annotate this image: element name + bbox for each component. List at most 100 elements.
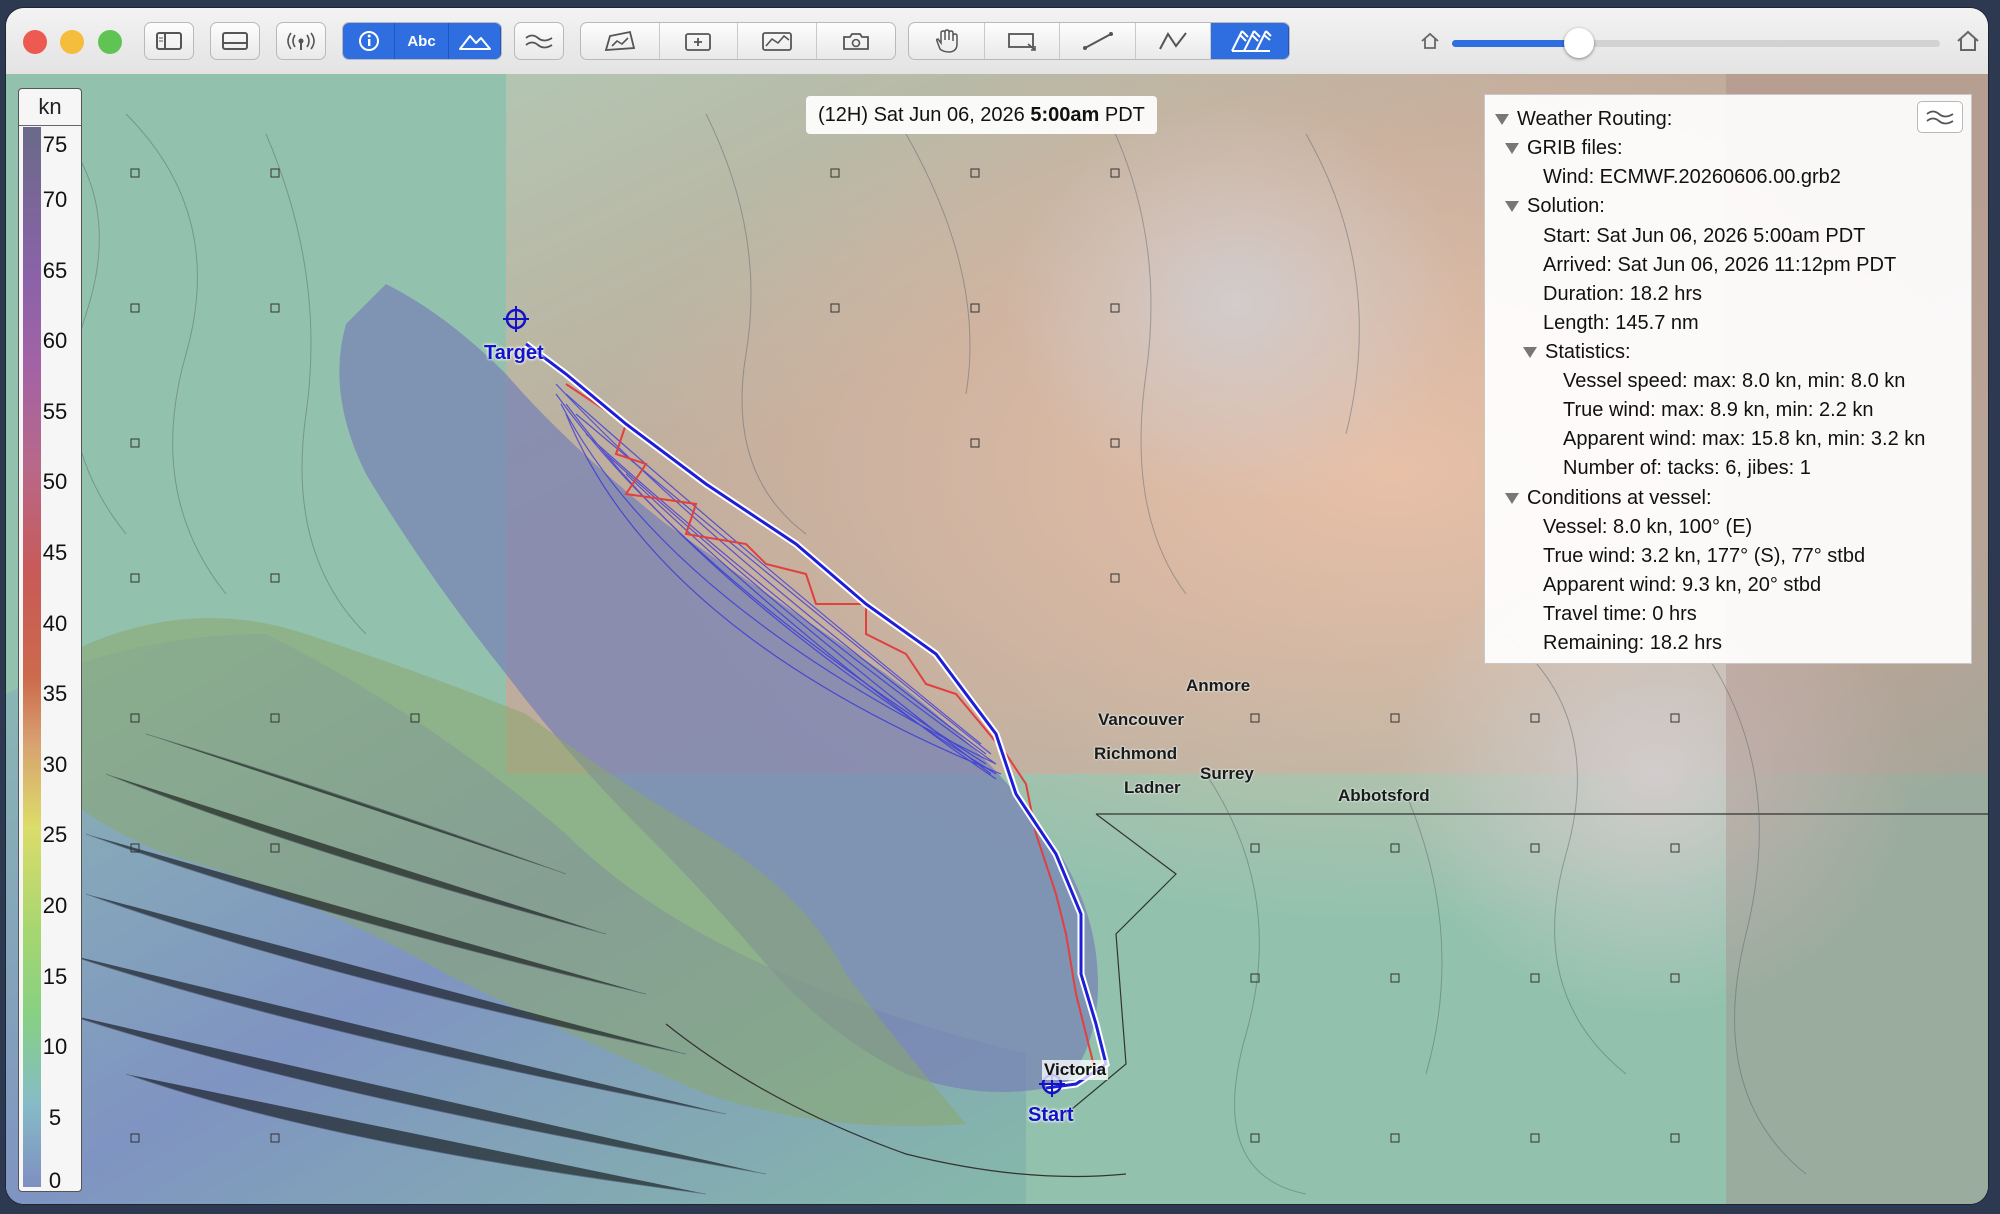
zoom-slider-knob[interactable] bbox=[1564, 28, 1594, 58]
cond-travel-time: Travel time: 0 hrs bbox=[1543, 600, 1697, 628]
stat-apparent-wind: Apparent wind: max: 15.8 kn, min: 3.2 kn bbox=[1563, 425, 1925, 453]
chart-tool-button[interactable] bbox=[581, 23, 660, 59]
tree-solution[interactable]: Solution: bbox=[1505, 192, 1605, 220]
cond-vessel: Vessel: 8.0 kn, 100° (E) bbox=[1543, 513, 1752, 541]
disclosure-triangle-icon bbox=[1505, 200, 1519, 212]
forecast-time-label: (12H) Sat Jun 06, 2026 5:00am PDT bbox=[806, 96, 1157, 134]
arrived-text: Arrived: Sat Jun 06, 2026 11:12pm PDT bbox=[1543, 254, 1897, 276]
cond-true-wind-text: True wind: 3.2 kn, 177° (S), 77° stbd bbox=[1543, 545, 1866, 567]
legend-tick: 60 bbox=[42, 328, 68, 353]
broadcast-icon bbox=[287, 32, 315, 50]
legend-tick: 30 bbox=[42, 752, 68, 777]
labels-toggle-text: Abc bbox=[407, 32, 436, 50]
bottom-panel-toggle-icon bbox=[222, 32, 248, 50]
zoom-window-button[interactable] bbox=[98, 30, 122, 54]
solution-start: Start: Sat Jun 06, 2026 5:00am PDT bbox=[1543, 222, 1865, 250]
stat-vessel-speed: Vessel speed: max: 8.0 kn, min: 8.0 kn bbox=[1563, 367, 1905, 395]
line-tool-button[interactable] bbox=[1060, 23, 1136, 59]
tree-statistics[interactable]: Statistics: bbox=[1523, 338, 1631, 366]
terrain-overlay-toggle[interactable] bbox=[449, 23, 501, 59]
place-label-abbotsford: Abbotsford bbox=[1338, 786, 1430, 805]
chart-icon bbox=[604, 30, 635, 51]
measure-box-tool-button[interactable] bbox=[985, 23, 1061, 59]
add-waypoint-button[interactable] bbox=[660, 23, 738, 59]
tree-grib-files[interactable]: GRIB files: bbox=[1505, 134, 1623, 162]
solution-duration: Duration: 18.2 hrs bbox=[1543, 280, 1702, 308]
wind-speed-legend: kn 75 70 65 60 55 50 45 40 35 30 25 20 1… bbox=[18, 88, 82, 1193]
vessel-text: Vessel: 8.0 kn, 100° (E) bbox=[1543, 516, 1753, 538]
disclosure-triangle-icon bbox=[1505, 142, 1519, 154]
legend-unit: kn bbox=[19, 89, 81, 126]
camera-icon bbox=[842, 33, 869, 50]
vessel-speed-text: Vessel speed: max: 8.0 kn, min: 8.0 kn bbox=[1563, 370, 1906, 392]
grib-wind-text: Wind: ECMWF.20260606.00.grb2 bbox=[1543, 166, 1841, 188]
place-label-victoria: Victoria bbox=[1042, 1060, 1109, 1080]
place-label-vancouver: Vancouver bbox=[1098, 710, 1184, 729]
graph-icon bbox=[761, 32, 792, 51]
solution-header: Solution: bbox=[1527, 195, 1605, 217]
tree-weather-routing[interactable]: Weather Routing: bbox=[1495, 105, 1672, 133]
duration-text: Duration: 18.2 hrs bbox=[1543, 283, 1702, 305]
start-label: Start bbox=[1028, 1104, 1074, 1126]
graph-tool-button[interactable] bbox=[738, 23, 817, 59]
cond-remaining: Remaining: 18.2 hrs bbox=[1543, 629, 1722, 657]
legend-ticks: 75 70 65 60 55 50 45 40 35 30 25 20 15 1… bbox=[29, 125, 81, 1193]
place-label-ladner: Ladner bbox=[1124, 778, 1181, 797]
interaction-button-group bbox=[908, 22, 1290, 60]
polyline-tool-button[interactable] bbox=[1136, 23, 1212, 59]
sidebar-toggle-icon bbox=[156, 32, 182, 50]
info-overlay-toggle[interactable] bbox=[343, 23, 395, 59]
panel-title: Weather Routing: bbox=[1517, 108, 1673, 130]
place-label-surrey: Surrey bbox=[1200, 764, 1254, 783]
cond-apparent-wind: Apparent wind: 9.3 kn, 20° stbd bbox=[1543, 571, 1821, 599]
line-icon bbox=[1082, 32, 1113, 50]
stat-true-wind: True wind: max: 8.9 kn, min: 2.2 kn bbox=[1563, 396, 1874, 424]
bottom-panel-toggle-button[interactable] bbox=[210, 22, 260, 60]
minimize-window-button[interactable] bbox=[60, 30, 84, 54]
add-waypoint-icon bbox=[685, 33, 712, 51]
wind-layer-button[interactable] bbox=[514, 22, 564, 60]
toolbar: Abc bbox=[6, 8, 1988, 75]
true-wind-text: True wind: max: 8.9 kn, min: 2.2 kn bbox=[1563, 399, 1874, 421]
disclosure-triangle-icon bbox=[1495, 113, 1509, 125]
zoom-in-home-icon[interactable] bbox=[1956, 30, 1980, 52]
place-label-anmore: Anmore bbox=[1186, 676, 1251, 695]
legend-tick: 55 bbox=[42, 399, 68, 424]
wind-barbs-icon bbox=[1230, 30, 1272, 52]
legend-tick: 40 bbox=[42, 611, 68, 636]
grib-wind-file: Wind: ECMWF.20260606.00.grb2 bbox=[1543, 163, 1841, 191]
panel-wind-layer-button[interactable] bbox=[1917, 101, 1963, 133]
hand-icon bbox=[936, 29, 959, 53]
grib-header: GRIB files: bbox=[1527, 137, 1623, 159]
legend-tick: 70 bbox=[42, 187, 68, 212]
measure-box-icon bbox=[1008, 33, 1036, 51]
broadcast-button[interactable] bbox=[276, 22, 326, 60]
labels-overlay-toggle[interactable]: Abc bbox=[395, 23, 449, 59]
tree-conditions[interactable]: Conditions at vessel: bbox=[1505, 484, 1712, 512]
wind-barbs-tool-button[interactable] bbox=[1211, 23, 1289, 59]
length-text: Length: 145.7 nm bbox=[1543, 312, 1699, 334]
legend-tick: 75 bbox=[42, 132, 68, 157]
cond-apparent-wind-text: Apparent wind: 9.3 kn, 20° stbd bbox=[1543, 574, 1822, 596]
tacks-text: Number of: tacks: 6, jibes: 1 bbox=[1563, 457, 1811, 479]
travel-time-text: Travel time: 0 hrs bbox=[1543, 603, 1697, 625]
legend-tick: 35 bbox=[42, 681, 68, 706]
overlay-button-group: Abc bbox=[342, 22, 502, 60]
start-text: Start: Sat Jun 06, 2026 5:00am PDT bbox=[1543, 225, 1866, 247]
zoom-out-home-icon[interactable] bbox=[1420, 32, 1440, 50]
app-window: Abc Anmore Vancouver Richmond Ladner Sur… bbox=[6, 8, 1988, 1204]
camera-tool-button[interactable] bbox=[817, 23, 896, 59]
pan-tool-button[interactable] bbox=[909, 23, 985, 59]
tools-button-group bbox=[580, 22, 896, 60]
statistics-header: Statistics: bbox=[1545, 341, 1631, 363]
info-circle-icon bbox=[358, 31, 379, 51]
legend-tick: 65 bbox=[42, 258, 68, 283]
cond-true-wind: True wind: 3.2 kn, 177° (S), 77° stbd bbox=[1543, 542, 1865, 570]
zoom-slider[interactable] bbox=[1452, 40, 1940, 47]
legend-tick: 20 bbox=[42, 893, 68, 918]
target-label: Target bbox=[484, 342, 544, 364]
close-window-button[interactable] bbox=[23, 30, 47, 54]
sidebar-toggle-button[interactable] bbox=[144, 22, 194, 60]
mountain-shading bbox=[1006, 104, 1466, 504]
time-zone: PDT bbox=[1104, 104, 1145, 126]
